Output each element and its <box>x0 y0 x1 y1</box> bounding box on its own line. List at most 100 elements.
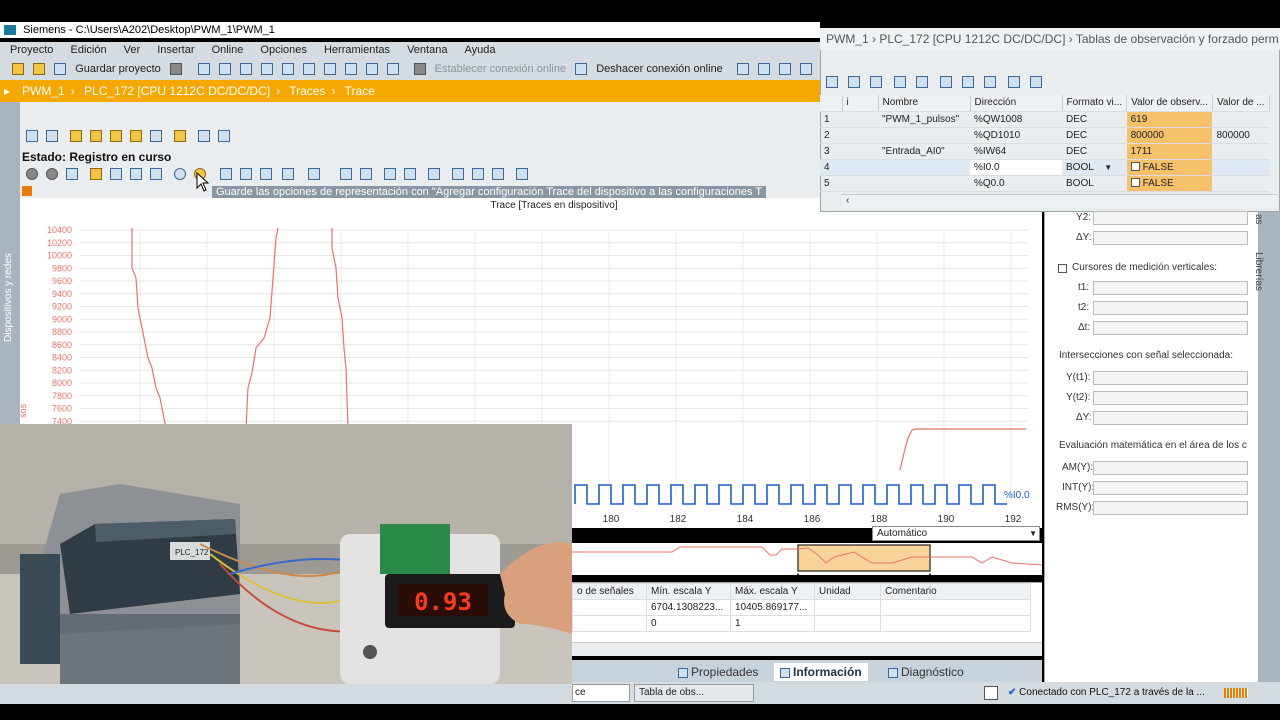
download-icon[interactable] <box>345 63 358 76</box>
column-header[interactable]: Unidad <box>814 583 881 600</box>
tab-tasks[interactable]: as <box>1253 214 1264 225</box>
back-icon[interactable] <box>26 168 38 180</box>
display-format[interactable]: DEC <box>1062 111 1127 128</box>
delete-trace-icon[interactable] <box>46 130 58 142</box>
zoom-box-icon[interactable] <box>110 168 122 180</box>
export-icon[interactable] <box>198 130 210 142</box>
tab-informacion[interactable]: Información <box>774 663 868 681</box>
paste-icon[interactable] <box>240 63 253 76</box>
zoom-in-icon[interactable] <box>174 168 186 180</box>
go-offline-button[interactable]: Deshacer conexión online <box>596 58 723 80</box>
tag-name[interactable] <box>878 159 970 176</box>
view-mode-select[interactable]: Automático ▼ <box>872 526 1040 541</box>
monitor-once-icon[interactable] <box>962 76 974 88</box>
modify-now-icon[interactable] <box>848 76 860 88</box>
start-cpu-icon[interactable] <box>779 63 791 76</box>
sort-icon[interactable] <box>916 76 928 88</box>
open-project-icon[interactable] <box>33 63 46 76</box>
menu-ventana[interactable]: Ventana <box>407 44 447 56</box>
tab-diagnostico[interactable]: Diagnóstico <box>882 663 970 681</box>
table-cell[interactable] <box>572 615 647 632</box>
vertical-cursors-checkbox[interactable] <box>1058 264 1067 273</box>
menu-online[interactable]: Online <box>212 44 244 56</box>
taskbar-item-watch-table[interactable]: Tabla de obs... <box>634 684 754 702</box>
table-cell[interactable] <box>880 615 1031 632</box>
tag-name[interactable]: "Entrada_AI0" <box>878 143 970 160</box>
show-hide-icon[interactable] <box>894 76 906 88</box>
scale-xy-icon[interactable] <box>260 168 272 180</box>
portal-view-icon[interactable] <box>984 686 998 700</box>
go-online-icon[interactable] <box>413 63 426 76</box>
modify-value[interactable]: 800000 <box>1212 127 1270 144</box>
series-line-i0-0[interactable] <box>574 484 1007 505</box>
breadcrumb-item[interactable]: Trace <box>345 84 375 98</box>
tag-address[interactable]: %I0.0 <box>970 159 1062 176</box>
delete-measurement-icon[interactable] <box>130 130 142 142</box>
menu-ver[interactable]: Ver <box>124 44 141 56</box>
tab-propiedades[interactable]: Propiedades <box>672 663 764 681</box>
align-right-icon[interactable] <box>492 168 504 180</box>
copy-icon[interactable] <box>218 63 231 76</box>
tag-name[interactable] <box>878 127 970 144</box>
display-format[interactable]: BOOL <box>1062 175 1127 192</box>
table-row[interactable]: 2 %QD1010 DEC 800000 800000 <box>820 127 1270 144</box>
align-icon[interactable] <box>472 168 484 180</box>
save-project-button[interactable]: Guardar proyecto <box>75 58 161 80</box>
tag-address[interactable]: %IW64 <box>970 143 1062 160</box>
snapshot-icon[interactable] <box>516 168 528 180</box>
vertical-cursor-icon[interactable] <box>384 168 396 180</box>
column-header[interactable] <box>820 95 843 112</box>
undo-icon[interactable] <box>282 63 295 76</box>
column-header[interactable]: Formato vi... <box>1062 95 1128 112</box>
modify-value[interactable] <box>1212 159 1270 176</box>
menu-insertar[interactable]: Insertar <box>157 44 194 56</box>
menu-opciones[interactable]: Opciones <box>260 44 306 56</box>
add-to-project-icon[interactable] <box>174 130 186 142</box>
compile-icon[interactable] <box>324 63 337 76</box>
horizontal-cursor-icon[interactable] <box>404 168 416 180</box>
install-trace-icon[interactable] <box>26 130 38 142</box>
import-icon[interactable] <box>218 130 230 142</box>
modify-icon[interactable] <box>826 76 838 88</box>
left-side-panel[interactable]: Dispositivos y redes <box>0 102 20 432</box>
column-header[interactable]: Valor de observ... <box>1126 95 1213 112</box>
column-header[interactable]: Máx. escala Y <box>730 583 815 600</box>
column-header[interactable]: Nombre <box>878 95 971 112</box>
menu-edicion[interactable]: Edición <box>70 44 106 56</box>
column-header[interactable]: Mín. escala Y <box>646 583 731 600</box>
tag-address[interactable]: %Q0.0 <box>970 175 1062 192</box>
trace-overview[interactable] <box>572 543 1042 575</box>
menu-proyecto[interactable]: Proyecto <box>10 44 53 56</box>
tag-address[interactable]: %QD1010 <box>970 127 1062 144</box>
table-cell[interactable] <box>814 599 881 616</box>
tag-name[interactable] <box>878 175 970 192</box>
pan-hand-icon[interactable] <box>90 168 102 180</box>
tag-name[interactable]: "PWM_1_pulsos" <box>878 111 970 128</box>
accessible-devices-icon[interactable] <box>736 63 749 76</box>
fit-icon[interactable] <box>360 168 372 180</box>
simulate-icon[interactable] <box>387 63 400 76</box>
trend-icon[interactable] <box>340 168 352 180</box>
list-icon[interactable] <box>452 168 464 180</box>
table-cell[interactable]: 10405.869177... <box>730 599 815 616</box>
column-header[interactable]: i <box>842 95 879 112</box>
overview-handle-right[interactable] <box>926 573 934 575</box>
modify-value[interactable] <box>1212 143 1270 160</box>
zoom-horizontal-icon[interactable] <box>130 168 142 180</box>
right-side-panel[interactable]: as Librerías <box>1253 212 1280 682</box>
scroll-left-icon[interactable]: ‹ <box>846 195 849 206</box>
scale-y-icon[interactable] <box>220 168 232 180</box>
menu-ayuda[interactable]: Ayuda <box>465 44 496 56</box>
breadcrumb-item[interactable]: PWM_1 <box>22 84 65 98</box>
table-row[interactable]: 3 "Entrada_AI0" %IW64 DEC 1711 <box>820 143 1270 160</box>
pin-icon[interactable] <box>1030 76 1042 88</box>
breadcrumb-item[interactable]: Traces <box>289 84 325 98</box>
display-format[interactable]: BOOL ▼ <box>1062 159 1127 176</box>
print-icon[interactable] <box>169 63 182 76</box>
new-project-icon[interactable] <box>12 63 24 76</box>
overview-handle-left[interactable] <box>794 573 802 575</box>
trigger-icon[interactable] <box>940 76 952 88</box>
modify-value[interactable] <box>1212 111 1270 128</box>
select-icon[interactable] <box>66 168 78 180</box>
column-header[interactable]: Valor de ... <box>1212 95 1270 112</box>
